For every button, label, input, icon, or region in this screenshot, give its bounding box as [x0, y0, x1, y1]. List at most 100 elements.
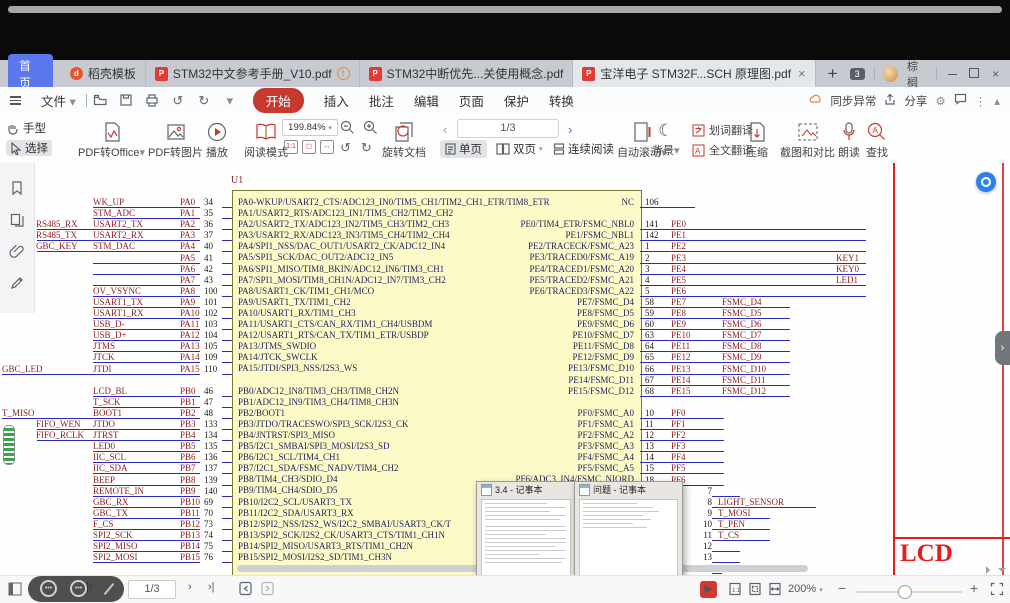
- comment-icon[interactable]: [954, 93, 967, 108]
- open-file-icon[interactable]: [92, 93, 108, 109]
- fit-page-icon[interactable]: ◻: [302, 140, 316, 154]
- page-number-box[interactable]: 1/3: [128, 580, 176, 599]
- menu-file[interactable]: 文件 ▾: [41, 91, 76, 110]
- ribbon-toolbar: 手型 选择 PDF转Office▾ PDF转图片 播放 阅读模式 199.84%…: [0, 114, 1010, 164]
- read-aloud-button[interactable]: 朗读: [838, 121, 860, 160]
- single-page-view-icon[interactable]: 1:1: [728, 582, 742, 599]
- video-overlay-widget[interactable]: ••• •••: [28, 576, 124, 602]
- bookmark-icon[interactable]: [9, 180, 25, 196]
- next-page-icon[interactable]: ›: [188, 581, 192, 593]
- pdf-to-image-button[interactable]: PDF转图片: [148, 121, 203, 160]
- word-translate-button[interactable]: 划词翻译: [692, 122, 753, 138]
- tab-pdf-concept[interactable]: P STM32中断优先...关使用概念.pdf: [360, 60, 574, 87]
- pdf-to-office-button[interactable]: PDF转Office▾: [78, 121, 145, 160]
- rotate-cw-icon[interactable]: ↻: [361, 140, 372, 156]
- zoom-level-label[interactable]: 200% ▾: [788, 583, 823, 595]
- undo-icon[interactable]: ↺: [170, 93, 186, 109]
- play-slideshow-button[interactable]: 播放: [206, 121, 228, 160]
- fit-actual-icon[interactable]: 1:1: [284, 140, 298, 154]
- user-name[interactable]: 棕榈: [907, 58, 927, 90]
- select-tool-button[interactable]: 选择: [6, 140, 52, 156]
- menu-edit[interactable]: 编辑: [414, 91, 439, 110]
- gear-icon[interactable]: ⚙: [935, 94, 945, 108]
- more-menu-icon[interactable]: ⋮: [975, 94, 987, 108]
- rotate-ccw-icon[interactable]: ↺: [340, 140, 351, 156]
- page-scroll-slider[interactable]: [3, 425, 15, 465]
- screenshot-compare-button[interactable]: 截图和对比: [780, 121, 835, 160]
- close-window-button[interactable]: ×: [989, 67, 1002, 81]
- prev-page-icon[interactable]: ‹: [443, 122, 447, 137]
- menu-convert[interactable]: 转换: [549, 91, 574, 110]
- tab-bar: 首页 d 稻壳模板 P STM32中文参考手册_V10.pdf ! P STM3…: [0, 60, 1010, 87]
- new-tab-button[interactable]: +: [816, 64, 850, 84]
- zoom-level-box[interactable]: 199.84% ▾: [282, 119, 338, 136]
- attachment-icon[interactable]: [9, 243, 25, 259]
- toggle-sidebar-icon[interactable]: [8, 582, 22, 599]
- video-progress-bar[interactable]: [8, 6, 1002, 13]
- play-button[interactable]: ▶: [700, 581, 717, 598]
- fit-page-view-icon[interactable]: [748, 582, 762, 599]
- find-button[interactable]: A 查找: [866, 121, 888, 160]
- restore-button[interactable]: [968, 67, 981, 81]
- menu-annotate[interactable]: 批注: [369, 91, 394, 110]
- back-view-icon[interactable]: [238, 581, 253, 599]
- fit-width-view-icon[interactable]: [768, 582, 782, 599]
- menu-insert[interactable]: 插入: [324, 91, 349, 110]
- video-letterbox: [0, 0, 1010, 60]
- hamburger-icon[interactable]: [10, 94, 21, 107]
- save-icon[interactable]: [118, 93, 134, 109]
- avatar[interactable]: [883, 66, 898, 82]
- menu-page[interactable]: 页面: [459, 91, 484, 110]
- zoom-in-button[interactable]: +: [970, 580, 978, 596]
- tab-pdf-schematic-active[interactable]: P 宝洋电子 STM32F...SCH 原理图.pdf ×: [573, 60, 815, 87]
- pin-row-lcd: 13: [694, 552, 924, 563]
- double-page-button[interactable]: 双页▾: [496, 141, 543, 157]
- notepad-titlebar[interactable]: 3.4 - 记事本: [477, 482, 575, 497]
- expand-right-panel-button[interactable]: ›: [995, 331, 1010, 365]
- fit-width-icon[interactable]: ↔: [320, 140, 334, 154]
- close-tab-icon[interactable]: ×: [798, 66, 806, 81]
- menu-start[interactable]: 开始: [253, 88, 304, 113]
- assistant-floating-button[interactable]: [976, 172, 996, 192]
- zoom-slider-knob[interactable]: [898, 585, 912, 599]
- pin-row-lcd: 8 LIGHT_SENSOR: [694, 497, 924, 508]
- left-panel-bar: [0, 163, 35, 313]
- share-button[interactable]: 分享: [904, 93, 927, 109]
- notepad-titlebar[interactable]: 问题 - 记事本: [575, 482, 682, 497]
- collapse-ribbon-icon[interactable]: ▴: [994, 94, 1000, 108]
- thumbnails-icon[interactable]: [9, 212, 25, 228]
- redo-icon[interactable]: ↻: [196, 93, 212, 109]
- hand-tool-button[interactable]: 手型: [6, 120, 52, 136]
- page-indicator-box[interactable]: 1/3: [457, 119, 559, 138]
- print-icon[interactable]: [144, 93, 160, 109]
- menu-protect[interactable]: 保护: [504, 91, 529, 110]
- last-page-icon[interactable]: ›|: [208, 581, 215, 593]
- single-page-button[interactable]: 单页: [440, 140, 487, 158]
- rotate-document-button[interactable]: 旋转文档: [382, 121, 426, 160]
- full-translate-button[interactable]: A 全文翻译: [692, 142, 753, 158]
- forward-view-icon[interactable]: [260, 581, 275, 599]
- lcd-section-title: LCD: [900, 540, 953, 568]
- notification-badge[interactable]: 3: [850, 68, 865, 80]
- scroll-right-icon[interactable]: [986, 566, 994, 574]
- tab-docer[interactable]: d 稻壳模板: [61, 60, 146, 87]
- compress-button[interactable]: 压缩: [746, 121, 768, 160]
- toolbar-more-icon[interactable]: ▾: [222, 93, 238, 109]
- status-bar: |‹ ‹ 1/3 › ›| ▶ 1:1 200% ▾ − +: [0, 575, 1010, 603]
- continuous-read-button[interactable]: 连续阅读: [553, 141, 614, 157]
- sync-status[interactable]: 同步异常: [830, 93, 876, 109]
- zoom-in-icon[interactable]: [363, 120, 378, 138]
- zoom-out-button[interactable]: −: [838, 580, 846, 596]
- assistant-icon: [981, 177, 991, 187]
- minimize-button[interactable]: [946, 67, 959, 81]
- zoom-out-icon[interactable]: [340, 120, 355, 138]
- scroll-down-icon[interactable]: [998, 568, 1006, 575]
- overlay-face-icon: •••: [40, 580, 57, 597]
- fullscreen-icon[interactable]: [990, 582, 1004, 599]
- background-button[interactable]: ☾ 背景▾: [652, 121, 680, 158]
- tab-pdf-manual[interactable]: P STM32中文参考手册_V10.pdf !: [146, 60, 360, 87]
- annotate-pen-icon[interactable]: [9, 275, 25, 291]
- next-page-icon[interactable]: ›: [568, 122, 572, 137]
- notepad-text-area[interactable]: [481, 499, 571, 587]
- notepad-text-area[interactable]: [579, 499, 678, 587]
